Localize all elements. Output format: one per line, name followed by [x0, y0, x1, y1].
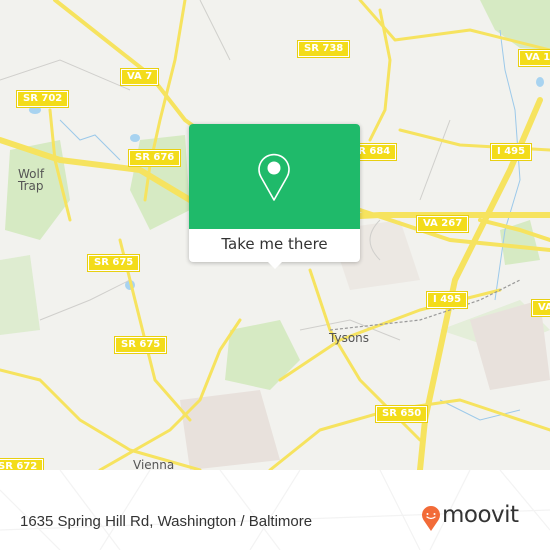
brand-name: moovit	[442, 502, 519, 528]
road-shield: SR 675	[113, 336, 168, 354]
place-label: Tysons	[329, 331, 370, 345]
road-shield: SR 675	[86, 254, 141, 272]
place-label: Wolf Trap	[18, 167, 45, 193]
road-shield: VA 1	[517, 49, 550, 67]
road-shield: SR 738	[296, 40, 351, 58]
road-shield: VA 267	[415, 215, 470, 233]
road-shield: I 495	[489, 143, 533, 161]
moovit-pin-icon	[422, 506, 440, 531]
road-shield: VA	[531, 299, 550, 317]
popup-pointer	[267, 261, 283, 269]
road-shield: SR 672	[0, 458, 45, 470]
place-label: Vienna	[133, 458, 175, 470]
location-popup[interactable]: Take me there	[189, 124, 360, 269]
road-shield: SR 676	[127, 149, 182, 167]
map-pin-icon	[258, 153, 290, 201]
road-shield: SR 650	[374, 405, 429, 423]
take-me-there-button[interactable]: Take me there	[189, 229, 360, 262]
map[interactable]: VA 7 SR 702 SR 676 SR 738 VA 1 SR 684 I …	[0, 0, 550, 470]
road-shield: VA 7	[119, 68, 160, 86]
popup-header	[189, 124, 360, 229]
road-shield: SR 702	[15, 90, 70, 108]
road-shield: I 495	[425, 291, 469, 309]
address-text: 1635 Spring Hill Rd, Washington / Baltim…	[20, 513, 313, 530]
